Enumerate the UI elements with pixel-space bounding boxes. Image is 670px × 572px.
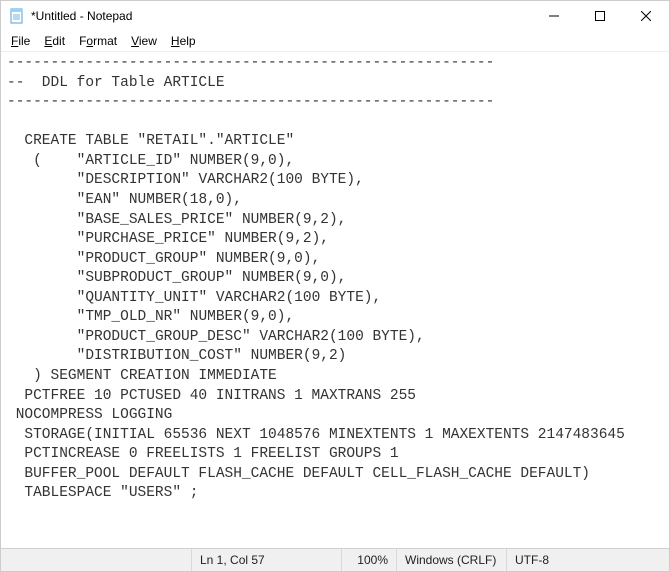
minimize-button[interactable] xyxy=(531,1,577,31)
menu-help[interactable]: Help xyxy=(165,33,202,49)
notepad-window: *Untitled - Notepad File Edit Format Vie… xyxy=(0,0,670,572)
menubar: File Edit Format View Help xyxy=(1,31,669,51)
menu-format[interactable]: Format xyxy=(73,33,123,49)
menu-edit[interactable]: Edit xyxy=(38,33,71,49)
status-zoom: 100% xyxy=(341,549,396,571)
status-spacer xyxy=(1,549,191,571)
window-title: *Untitled - Notepad xyxy=(31,9,531,23)
menu-view[interactable]: View xyxy=(125,33,163,49)
notepad-icon xyxy=(9,8,25,24)
statusbar: Ln 1, Col 57 100% Windows (CRLF) UTF-8 xyxy=(1,548,669,571)
window-controls xyxy=(531,1,669,31)
close-button[interactable] xyxy=(623,1,669,31)
menu-file[interactable]: File xyxy=(5,33,36,49)
status-line-ending: Windows (CRLF) xyxy=(396,549,506,571)
titlebar: *Untitled - Notepad xyxy=(1,1,669,31)
text-editor[interactable]: ----------------------------------------… xyxy=(1,51,669,548)
maximize-button[interactable] xyxy=(577,1,623,31)
status-position: Ln 1, Col 57 xyxy=(191,549,341,571)
status-encoding: UTF-8 xyxy=(506,549,669,571)
